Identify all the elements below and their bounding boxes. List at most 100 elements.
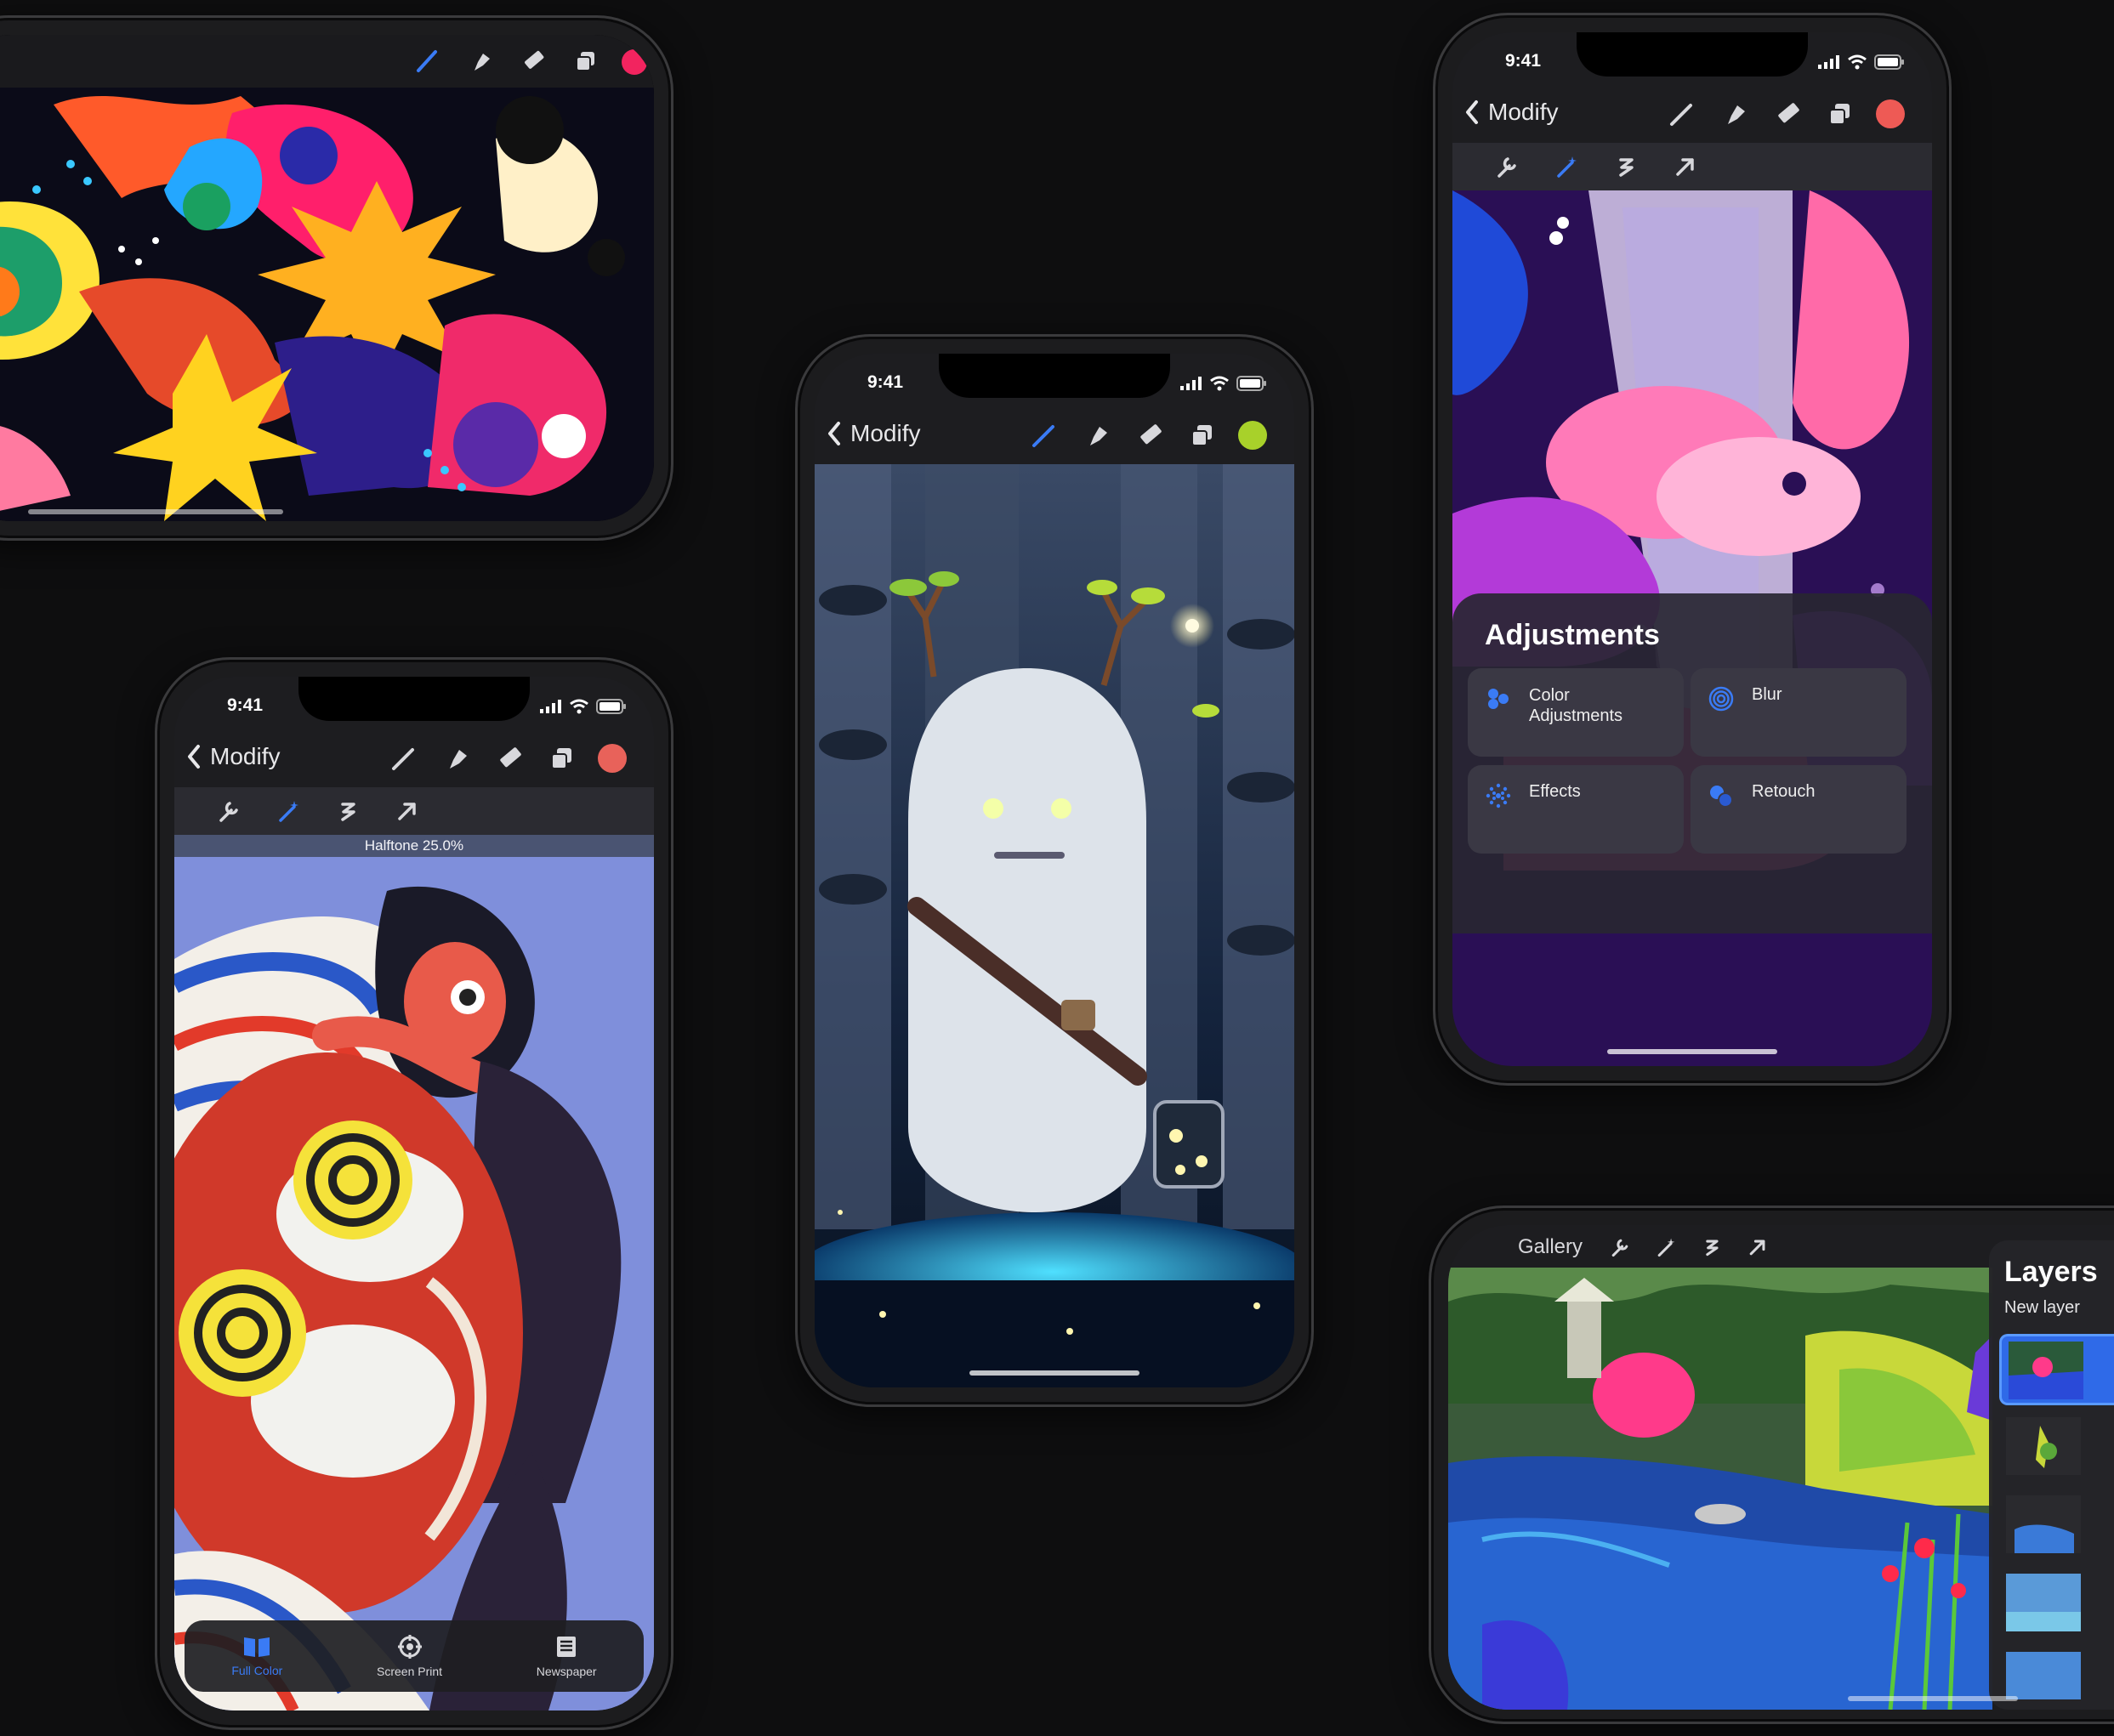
- brush-icon[interactable]: [1027, 418, 1061, 452]
- layer-row[interactable]: L: [1999, 1490, 2114, 1562]
- layer-row[interactable]: F: [1999, 1412, 2114, 1484]
- new-layer-button[interactable]: New layer: [2004, 1298, 2080, 1318]
- notch: [939, 354, 1170, 398]
- transform-arrow-icon[interactable]: [1741, 1230, 1775, 1264]
- smudge-icon[interactable]: [440, 741, 474, 775]
- signal-icon: [1818, 55, 1839, 69]
- selection-icon[interactable]: [1695, 1230, 1729, 1264]
- smudge-icon[interactable]: [1080, 418, 1114, 452]
- tab-newspaper[interactable]: Newspaper: [537, 1634, 597, 1678]
- effects-icon: [1486, 783, 1511, 808]
- transform-arrow-icon[interactable]: [1668, 150, 1702, 184]
- layers-icon[interactable]: [1823, 97, 1857, 131]
- phone-c-artwork: [815, 464, 1294, 1387]
- phone-c-screen: 9:41 Modify: [815, 354, 1294, 1387]
- wrench-icon[interactable]: [212, 794, 246, 828]
- layer-thumbnail: [2006, 1495, 2081, 1553]
- notch: [298, 677, 530, 721]
- back-label: Modify: [850, 420, 921, 446]
- layers-icon[interactable]: [545, 741, 579, 775]
- layer-row-selected[interactable]: F: [1999, 1334, 2114, 1405]
- phone-a-toolbar: [0, 35, 654, 88]
- layers-icon[interactable]: [569, 44, 603, 78]
- adjustment-color-adjustments[interactable]: Color Adjustments: [1468, 668, 1684, 757]
- layer-row[interactable]: S: [1999, 1569, 2114, 1640]
- status-time: 9:41: [227, 695, 264, 715]
- brush-icon[interactable]: [411, 44, 445, 78]
- adjustments-wand-icon[interactable]: [1549, 150, 1583, 184]
- adjustment-blur[interactable]: Blur: [1691, 668, 1907, 757]
- adjustments-title: Adjustments: [1485, 619, 1660, 651]
- color-swatch[interactable]: [1238, 421, 1267, 450]
- gallery-button[interactable]: Gallery: [1518, 1235, 1583, 1259]
- phone-c-toolbar: Modify: [815, 408, 1294, 464]
- home-indicator: [1607, 1049, 1777, 1054]
- layers-panel: Layers New layer N F F L: [1989, 1240, 2114, 1710]
- eraser-icon[interactable]: [1133, 418, 1167, 452]
- tab-full-color[interactable]: Full Color: [231, 1635, 282, 1677]
- layer-thumbnail: [2006, 1417, 2081, 1475]
- wifi-icon: [570, 699, 588, 714]
- phone-d-toolbar: Modify: [1452, 87, 1932, 143]
- adjustment-effects[interactable]: Effects: [1468, 765, 1684, 854]
- phone-b-artwork: [174, 857, 654, 1710]
- status-icons: [1180, 376, 1267, 391]
- blur-icon: [1708, 686, 1734, 712]
- adjustment-retouch[interactable]: Retouch: [1691, 765, 1907, 854]
- wrench-icon[interactable]: [1490, 150, 1524, 184]
- selection-icon[interactable]: [1609, 150, 1643, 184]
- halftone-label-bar: Halftone 25.0%: [174, 835, 654, 857]
- phone-a-landscape: [0, 15, 673, 541]
- color-swatch[interactable]: [598, 744, 627, 773]
- brush-icon[interactable]: [1665, 97, 1699, 131]
- chevron-left-icon: [828, 422, 840, 445]
- home-indicator: [1848, 1696, 2018, 1701]
- battery-icon: [596, 699, 626, 714]
- status-time: 9:41: [867, 372, 904, 392]
- eraser-icon[interactable]: [1770, 97, 1804, 131]
- transform-arrow-icon[interactable]: [390, 794, 424, 828]
- layers-title: Layers: [2004, 1256, 2098, 1288]
- back-button[interactable]: Modify: [186, 743, 280, 770]
- phone-e-artwork: [1448, 1268, 1992, 1710]
- back-button[interactable]: Modify: [827, 420, 920, 447]
- newspaper-icon: [557, 1637, 577, 1657]
- signal-icon: [1180, 377, 1202, 390]
- home-indicator: [969, 1370, 1139, 1376]
- status-time: 9:41: [1505, 51, 1542, 71]
- status-icons: [540, 699, 627, 714]
- color-adjustments-icon: [1488, 689, 1509, 709]
- adjustments-wand-icon[interactable]: [271, 794, 305, 828]
- color-swatch[interactable]: [1876, 99, 1905, 128]
- home-indicator: [28, 509, 283, 514]
- crosshair-icon: [397, 1635, 422, 1659]
- phone-b-toolbar: Modify: [174, 731, 654, 787]
- phone-d-screen: 9:41 Modify Adjustments Color Adjustment…: [1452, 32, 1932, 1066]
- layers-icon[interactable]: [1185, 418, 1219, 452]
- adjustments-panel: Adjustments Color Adjustments Blur Effec…: [1452, 593, 1932, 933]
- smudge-icon[interactable]: [1718, 97, 1752, 131]
- color-swatch[interactable]: [622, 49, 647, 75]
- chevron-left-icon: [188, 745, 200, 769]
- tab-screen-print[interactable]: Screen Print: [377, 1634, 442, 1678]
- eraser-icon[interactable]: [516, 44, 550, 78]
- phone-b: 9:41 Modify Halftone 25.0% Full Color Sc…: [155, 657, 673, 1730]
- adjustments-wand-icon[interactable]: [1649, 1230, 1683, 1264]
- phone-a-artwork: [0, 88, 654, 521]
- smudge-icon[interactable]: [463, 44, 497, 78]
- layer-thumbnail: [2006, 1652, 2081, 1699]
- phone-e-screen: Gallery Layers New layer: [1448, 1225, 2114, 1710]
- back-button[interactable]: Modify: [1464, 99, 1558, 126]
- layer-thumbnail: [2009, 1342, 2083, 1399]
- selection-icon[interactable]: [331, 794, 365, 828]
- eraser-icon[interactable]: [492, 741, 526, 775]
- notch: [1577, 32, 1808, 77]
- back-label: Modify: [210, 743, 281, 769]
- battery-icon: [1874, 54, 1904, 70]
- brush-icon[interactable]: [387, 741, 421, 775]
- phone-c: 9:41 Modify: [795, 334, 1314, 1407]
- wrench-icon[interactable]: [1603, 1230, 1637, 1264]
- phone-e-landscape: Gallery Layers New layer: [1429, 1206, 2114, 1724]
- back-label: Modify: [1488, 99, 1559, 125]
- halftone-label: Halftone 25.0%: [364, 837, 464, 854]
